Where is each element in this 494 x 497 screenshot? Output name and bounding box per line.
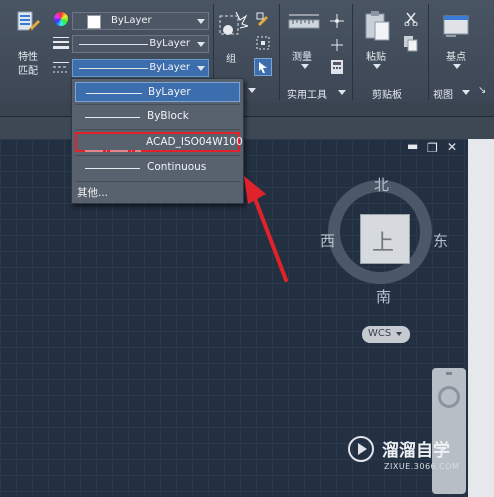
copy-icon[interactable] — [404, 36, 418, 52]
steering-wheel-icon[interactable] — [438, 386, 460, 408]
divider — [279, 4, 280, 100]
view-panel-title[interactable]: 视图 — [433, 86, 453, 101]
viewcube-top-face[interactable]: 上 — [360, 214, 410, 264]
divider — [352, 4, 353, 100]
measure-button[interactable]: 测量 — [284, 10, 324, 70]
lineweight-icon[interactable] — [53, 36, 69, 50]
chevron-down-icon — [396, 332, 402, 336]
chevron-down-icon — [197, 66, 205, 71]
match-properties-icon — [16, 10, 40, 38]
clipboard-panel-title: 剪贴板 — [372, 90, 402, 101]
chevron-down-icon — [197, 42, 205, 47]
watermark-logo: 溜溜自学 ZIXUE.3066.COM — [346, 430, 464, 484]
linetype-option-bylayer[interactable]: ByLayer — [75, 82, 240, 102]
point-icon[interactable] — [330, 38, 344, 52]
chevron-down-icon — [373, 64, 381, 69]
match-label-line1: 特性 — [18, 52, 38, 63]
chevron-down-icon — [453, 64, 461, 69]
minimize-icon[interactable]: ▬ — [407, 139, 418, 153]
divider — [428, 4, 429, 100]
group-label: 组 — [226, 54, 236, 65]
wcs-menu[interactable]: WCS — [362, 326, 410, 343]
id-point-icon[interactable] — [330, 14, 344, 28]
chevron-down-icon — [338, 90, 346, 95]
paste-button[interactable]: 粘贴 — [358, 8, 398, 72]
match-properties-button[interactable]: 特性 匹配 — [6, 8, 50, 77]
viewport-controls: ▬ ❐ ✕ — [405, 139, 461, 157]
basepoint-label: 基点 — [446, 52, 466, 63]
watermark-brand: 溜溜自学 — [382, 441, 450, 461]
pin-icon[interactable]: ↘ — [478, 86, 488, 96]
linetype-option-byblock[interactable]: ByBlock — [75, 107, 240, 127]
linetype-preview — [86, 93, 142, 94]
color-combo-value: ByLayer — [111, 15, 152, 26]
match-label-line2: 匹配 — [18, 66, 38, 77]
lineweight-combo[interactable]: ByLayer — [72, 35, 209, 53]
linetype-other-option[interactable]: 其他... — [77, 185, 108, 200]
compass-west[interactable]: 西 — [320, 230, 335, 251]
top-face-label: 上 — [372, 231, 395, 256]
chevron-down-icon — [197, 19, 205, 24]
wcs-label: WCS — [368, 328, 392, 339]
dash-dot-preview — [85, 142, 141, 152]
linetype-preview — [85, 168, 140, 169]
utilities-panel-title[interactable]: 实用工具 — [287, 86, 327, 101]
divider — [75, 129, 240, 130]
ungroup-icon[interactable] — [256, 36, 270, 50]
viewcube[interactable]: 北 南 西 东 上 WCS — [318, 172, 458, 352]
divider — [75, 104, 240, 105]
linetype-option-label: ACAD_ISO04W100 — [146, 136, 243, 148]
edit-group-icon[interactable] — [256, 12, 270, 26]
linetype-sample — [79, 68, 148, 69]
navbar-dots — [446, 372, 452, 375]
lineweight-sample — [79, 44, 148, 45]
basepoint-icon — [442, 12, 472, 40]
chevron-down-icon — [301, 64, 309, 69]
color-wheel-icon[interactable] — [54, 12, 68, 26]
color-swatch — [87, 15, 101, 29]
linetype-option-continuous[interactable]: Continuous — [75, 158, 240, 178]
compass-north[interactable]: 北 — [374, 174, 389, 195]
clipboard-icon — [364, 10, 392, 42]
compass-south[interactable]: 南 — [376, 286, 391, 307]
basepoint-button[interactable]: 基点 — [436, 10, 480, 74]
properties-panel-chevron[interactable] — [248, 88, 256, 93]
linetype-option-label: Continuous — [147, 161, 207, 173]
play-triangle — [358, 443, 367, 455]
linetype-icon[interactable] — [53, 60, 69, 74]
divider — [75, 155, 240, 156]
close-icon[interactable]: ✕ — [447, 140, 457, 154]
linetype-option-acad-iso04w100[interactable]: ACAD_ISO04W100 — [75, 132, 243, 152]
color-combo[interactable]: ByLayer — [72, 12, 209, 30]
cut-icon[interactable] — [404, 12, 418, 27]
linetype-option-label: ByLayer — [148, 86, 191, 98]
restore-icon[interactable]: ❐ — [427, 141, 438, 155]
group-icon — [218, 10, 250, 40]
divider — [75, 181, 240, 182]
chevron-down-icon — [462, 90, 470, 95]
ruler-icon — [288, 12, 320, 36]
lineweight-combo-value: ByLayer — [149, 38, 190, 49]
linetype-combo[interactable]: ByLayer — [72, 59, 209, 77]
measure-label: 测量 — [292, 52, 312, 63]
group-select-icon[interactable] — [254, 58, 272, 76]
linetype-dropdown: ByLayer ByBlock ACAD_ISO04W100 Continuou… — [71, 78, 244, 204]
linetype-preview — [85, 117, 140, 118]
linetype-option-label: ByBlock — [147, 110, 189, 122]
watermark-url: ZIXUE.3066.COM — [384, 462, 460, 471]
compass-east[interactable]: 东 — [433, 230, 448, 251]
calculator-icon[interactable] — [331, 60, 343, 74]
paste-label: 粘贴 — [366, 52, 386, 63]
group-button[interactable]: 组 — [216, 8, 250, 68]
annotation-arrow — [238, 172, 294, 284]
scroll-bar[interactable] — [468, 139, 494, 497]
linetype-combo-value: ByLayer — [149, 62, 190, 73]
play-icon — [348, 436, 374, 462]
